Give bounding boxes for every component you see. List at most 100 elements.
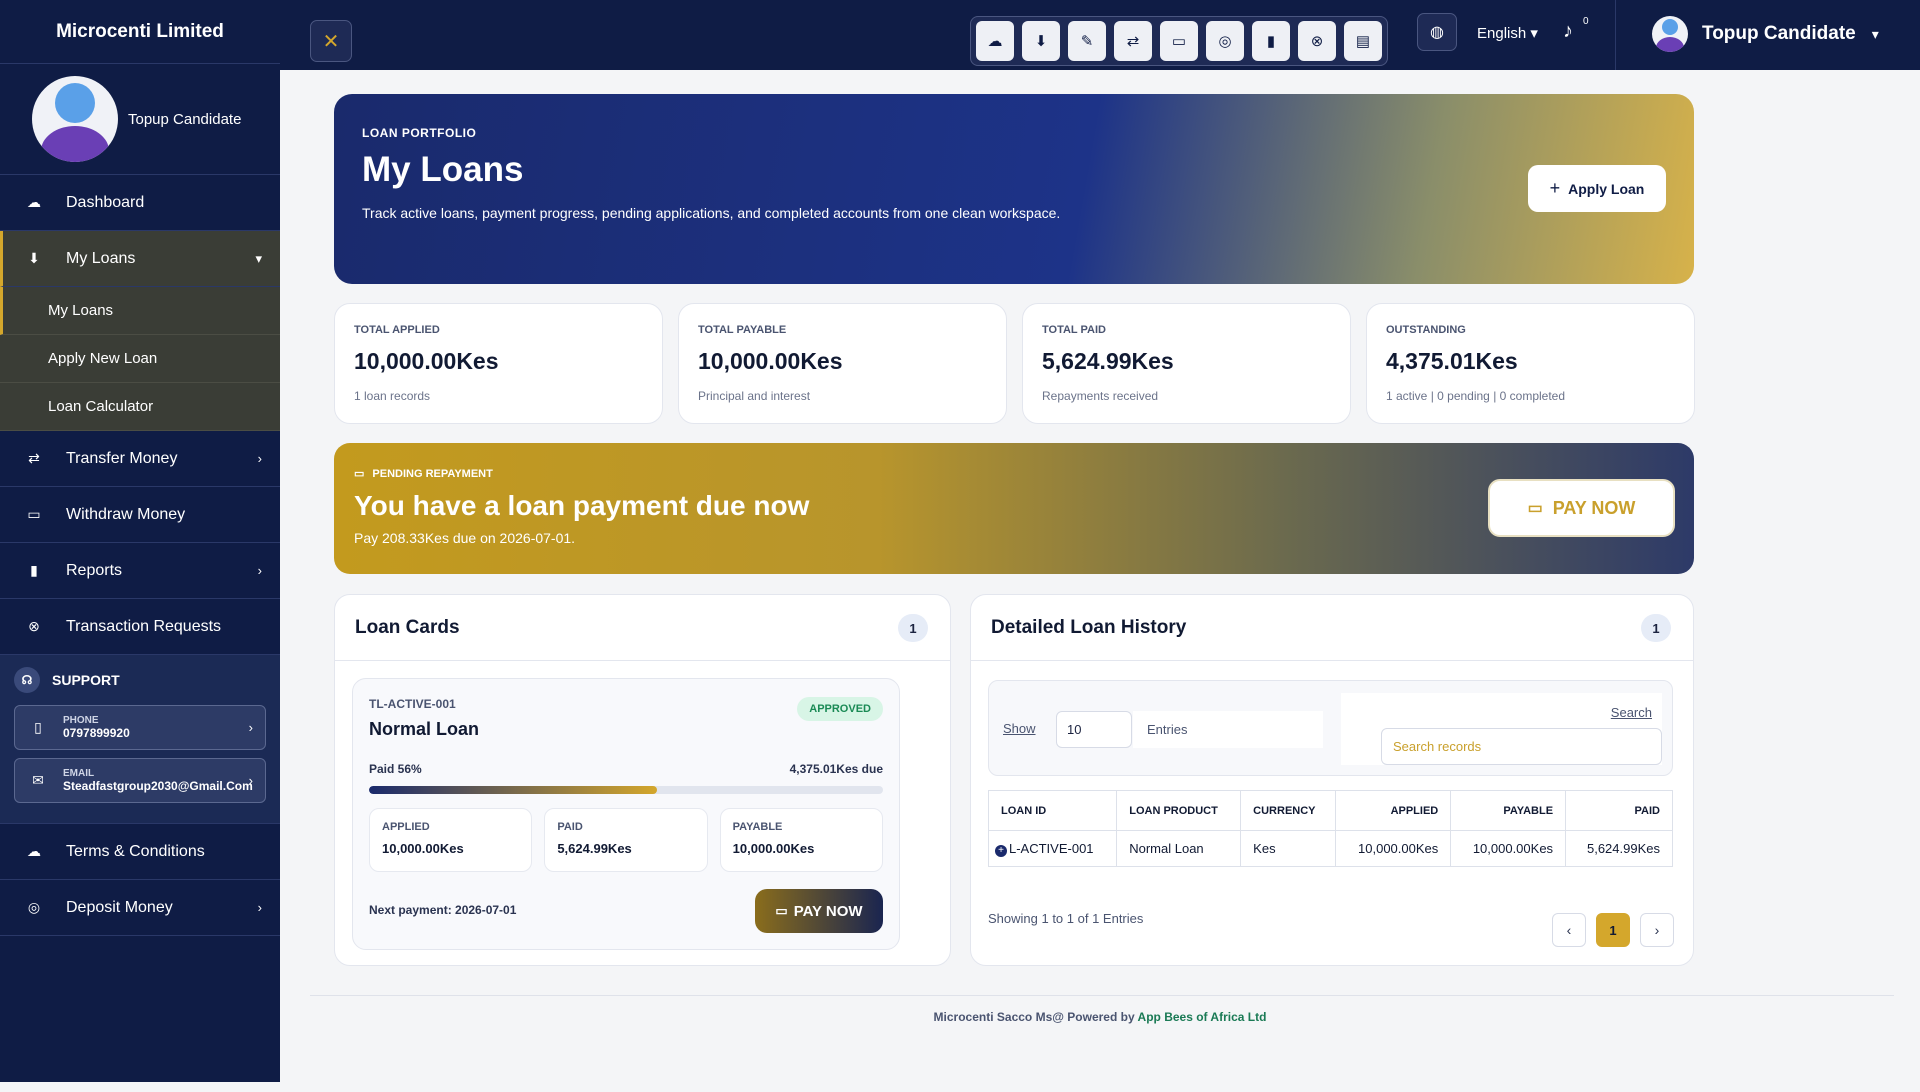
brand-title: Microcenti Limited [0,0,280,64]
sidebar-item-transfer-money[interactable]: ⇄ Transfer Money › [0,431,280,487]
page-size-input[interactable]: 10 [1056,711,1132,748]
notification-count: 0 [1583,16,1589,27]
quick-action-bar: ☁ ⬇ ✎ ⇄ ▭ ◎ ▮ ⊗ ▤ [970,16,1388,66]
chevron-right-icon: › [257,563,262,578]
footer-brand-link[interactable]: App Bees of Africa Ltd [1138,1010,1267,1024]
sidebar-item-label: Deposit Money [66,898,173,916]
stat-label: TOTAL APPLIED [354,324,440,336]
paid-value: 5,624.99Kes [557,841,632,856]
card-icon: ▭ [354,468,365,480]
language-label: English [1477,25,1527,42]
card-pay-now-button[interactable]: ▭ PAY NOW [755,889,883,933]
column-header[interactable]: LOAN ID [987,790,1118,831]
stat-label: TOTAL PAYABLE [698,324,787,336]
table-cell: 10,000.00Kes [1450,830,1567,867]
paid-percent: Paid 56% [369,762,422,776]
page-button[interactable]: 1 [1596,913,1630,947]
stat-label: OUTSTANDING [1386,324,1466,336]
search-area: Search Search records [1341,693,1662,765]
dashboard-icon: ☁ [27,194,41,210]
bell-icon[interactable]: ♪ [1563,20,1573,43]
sidebar-item-label: Transaction Requests [66,617,222,635]
search-label: Search [1610,705,1652,720]
loan-amounts: APPLIED 10,000.00Kes PAID 5,624.99Kes PA… [369,808,883,872]
sidebar-item-reports[interactable]: ▮ Reports › [0,543,280,599]
payable-label: PAYABLE [732,821,783,833]
pay-now-button[interactable]: ▭ PAY NOW [1488,479,1675,537]
sidebar-item-dashboard[interactable]: ☁ Dashboard [0,175,280,231]
pagination: ‹ 1 › [1552,913,1674,947]
show-label: Show [1003,721,1036,736]
coins-icon[interactable]: ◎ [1206,21,1244,61]
transfer-icon[interactable]: ⇄ [1114,21,1152,61]
paid-box: PAID 5,624.99Kes [544,808,708,872]
requests-icon[interactable]: ⊗ [1298,21,1336,61]
sidebar-subitem-my-loans[interactable]: My Loans [0,287,280,335]
topbar: ✕ ☁ ⬇ ✎ ⇄ ▭ ◎ ▮ ⊗ ▤ ◍ English ▾ ♪ 0 Topu… [280,0,1920,70]
stat-total-paid: TOTAL PAID 5,624.99Kes Repayments receiv… [1022,303,1351,424]
sidebar-toggle-button[interactable]: ✕ [310,20,352,62]
divider [1615,0,1616,70]
prev-page-button[interactable]: ‹ [1552,913,1586,947]
panel-title: Detailed Loan History [991,616,1187,638]
sidebar-item-label: Terms & Conditions [66,842,205,860]
applied-value: 10,000.00Kes [382,841,464,856]
table-cell: + L-ACTIVE-001 [987,830,1118,867]
chevron-right-icon: › [257,900,262,915]
column-header[interactable]: PAYABLE [1450,790,1567,831]
sidebar-item-transaction-requests[interactable]: ⊗ Transaction Requests [0,599,280,655]
pending-title: You have a loan payment due now [354,490,810,521]
column-header[interactable]: APPLIED [1335,790,1452,831]
reports-icon[interactable]: ▮ [1252,21,1290,61]
user-menu[interactable]: Topup Candidate ▾ [1652,16,1879,52]
table-header-row: LOAN ID LOAN PRODUCT CURRENCY APPLIED PA… [987,790,1673,831]
search-input[interactable]: Search records [1381,728,1662,765]
paid-label: PAID [557,821,583,833]
count-badge: 1 [898,614,928,642]
email-value: Steadfastgroup2030@Gmail.Com [63,779,253,793]
stat-total-applied: TOTAL APPLIED 10,000.00Kes 1 loan record… [334,303,663,424]
column-header[interactable]: CURRENCY [1240,790,1337,831]
card-icon[interactable]: ▭ [1160,21,1198,61]
dashboard-icon[interactable]: ☁ [976,21,1014,61]
sidebar-item-label: Withdraw Money [66,505,186,523]
hero-banner: LOAN PORTFOLIO My Loans Track active loa… [334,94,1694,284]
sidebar-subitem-apply-new-loan[interactable]: Apply New Loan [0,335,280,383]
panel-header: Detailed Loan History 1 [971,595,1693,661]
apply-icon[interactable]: ✎ [1068,21,1106,61]
language-selector[interactable]: English ▾ [1477,24,1538,42]
applied-label: APPLIED [382,821,430,833]
panel-title: Loan Cards [355,616,460,638]
hero-kicker: LOAN PORTFOLIO [362,126,477,140]
globe-icon[interactable]: ◍ [1417,13,1457,51]
sidebar-item-deposit-money[interactable]: ◎ Deposit Money › [0,880,280,936]
column-header[interactable]: LOAN PRODUCT [1116,790,1242,831]
sidebar-item-label: Dashboard [66,193,145,211]
pending-subtitle: Pay 208.33Kes due on 2026-07-01. [354,530,576,546]
table-cell: 10,000.00Kes [1335,830,1452,867]
column-header[interactable]: PAID [1565,790,1673,831]
stat-sub: 1 loan records [354,389,431,403]
footer-text: Microcenti Sacco Ms@ Powered by [933,1010,1135,1024]
loan-card[interactable]: TL-ACTIVE-001 Normal Loan APPROVED Paid … [352,678,900,950]
expand-icon[interactable]: + [995,844,1007,857]
sidebar-item-my-loans[interactable]: ⬇ My Loans ▾ [0,231,280,287]
payable-value: 10,000.00Kes [732,841,815,856]
table-info: Showing 1 to 1 of 1 Entries [988,911,1144,926]
table-controls: Show 10 Entries Search Search records [988,680,1673,776]
stat-label: TOTAL PAID [1042,324,1106,336]
support-phone[interactable]: ▯ PHONE 0797899920 › [14,705,266,750]
sidebar-item-terms[interactable]: ☁ Terms & Conditions [0,824,280,880]
sidebar-item-withdraw-money[interactable]: ▭ Withdraw Money [0,487,280,543]
progress-bar [369,786,883,794]
next-page-button[interactable]: › [1640,913,1674,947]
clipboard-icon[interactable]: ▤ [1344,21,1382,61]
apply-loan-button[interactable]: + Apply Loan [1528,165,1666,212]
sidebar-item-label: Transfer Money [66,449,178,467]
support-email[interactable]: ✉ EMAIL Steadfastgroup2030@Gmail.Com › [14,758,266,803]
loan-icon[interactable]: ⬇ [1022,21,1060,61]
chevron-down-icon: ▾ [255,250,262,266]
table-row[interactable]: + L-ACTIVE-001 Normal Loan Kes 10,000.00K… [987,830,1673,867]
card-icon: ▭ [775,903,788,918]
sidebar-subitem-loan-calculator[interactable]: Loan Calculator [0,383,280,431]
